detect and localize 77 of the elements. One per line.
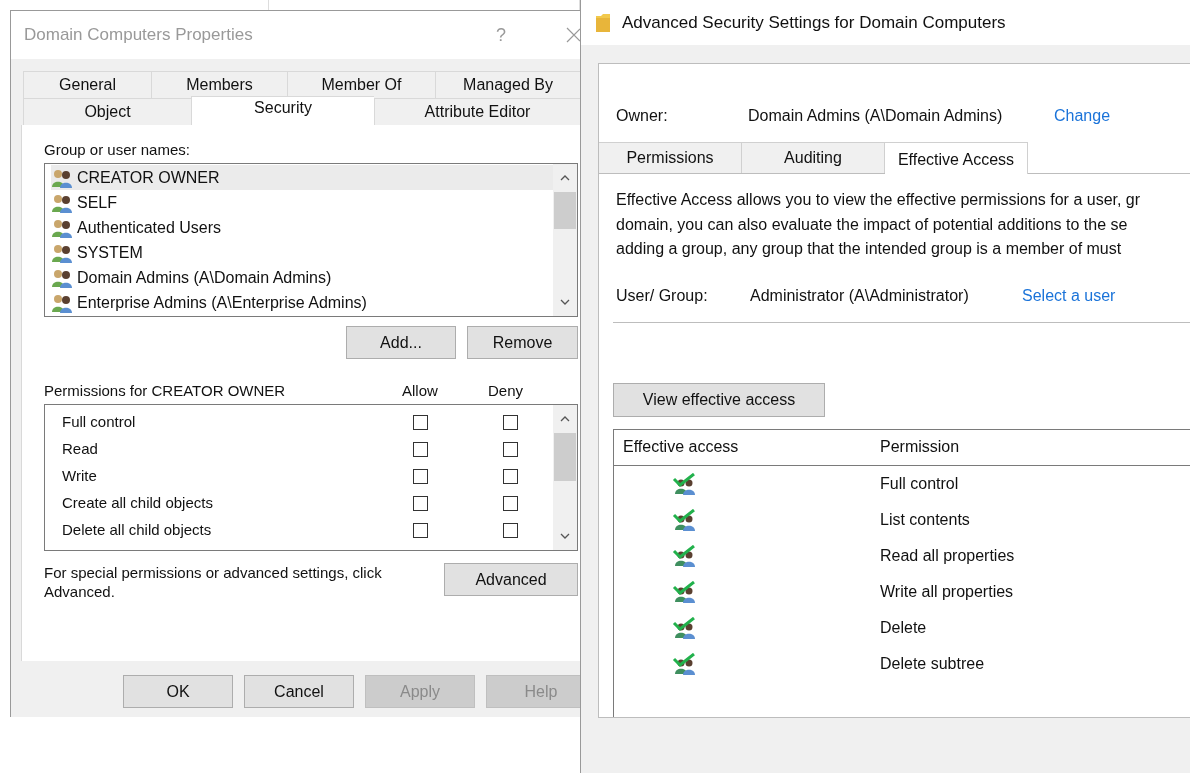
checkbox[interactable] [413, 415, 428, 430]
scroll-down-icon[interactable] [560, 299, 570, 305]
tab[interactable]: Members [151, 71, 287, 98]
owner-value: Domain Admins (A\Domain Admins) [748, 106, 1004, 126]
group-list-item[interactable]: SYSTEM [51, 240, 553, 266]
scroll-up-icon[interactable] [560, 416, 570, 422]
group-list-item[interactable]: Authenticated Users [51, 215, 553, 241]
column-header: Effective access [623, 437, 740, 457]
tab[interactable]: Effective Access [885, 142, 1028, 174]
checkbox[interactable] [503, 496, 518, 511]
dialog-button[interactable]: Cancel [244, 675, 354, 708]
window-title: Domain Computers Properties [24, 24, 254, 47]
user-group-label: User/ Group: [616, 285, 709, 306]
scrollbar[interactable] [553, 405, 577, 550]
permission-name: Full control [62, 412, 137, 433]
tab[interactable]: Attribute Editor [374, 98, 580, 125]
users-icon [51, 268, 73, 289]
dialog-button[interactable]: OK [123, 675, 233, 708]
change-link[interactable]: Change [1054, 104, 1111, 128]
permission-name: Delete all child objects [62, 520, 213, 541]
column-header: Permission [880, 437, 960, 457]
group-list-item[interactable]: Enterprise Admins (A\Enterprise Admins) [51, 290, 553, 316]
tab[interactable]: Security [191, 96, 374, 125]
scroll-down-icon[interactable] [560, 533, 570, 539]
scrollbar[interactable] [553, 164, 577, 316]
permission-name: Create all child objects [62, 493, 214, 514]
scroll-thumb[interactable] [554, 433, 576, 481]
checkbox[interactable] [503, 415, 518, 430]
checkbox[interactable] [413, 469, 428, 484]
permission-name: Full control [880, 473, 959, 494]
tab[interactable]: Permissions [599, 142, 742, 173]
add-button[interactable]: Add... [346, 326, 456, 359]
view-effective-access-button[interactable]: View effective access [613, 382, 825, 417]
owner-label: Owner: [616, 106, 669, 126]
tab[interactable]: Object [23, 98, 191, 125]
permissions-label: Permissions for CREATOR OWNER [44, 380, 287, 401]
window-title: Advanced Security Settings for Domain Computers [622, 11, 1006, 34]
deny-column-header: Deny [488, 380, 524, 401]
allow-column-header: Allow [402, 380, 439, 401]
tab[interactable]: Member Of [287, 71, 435, 98]
scroll-thumb[interactable] [554, 192, 576, 229]
users-icon [51, 243, 73, 264]
select-user-link[interactable]: Select a user [1022, 283, 1116, 308]
scroll-up-icon[interactable] [560, 175, 570, 181]
description-line: domain, you can also evaluate the impact of potential additions to the se [616, 214, 1129, 235]
permission-name: Delete subtree [880, 653, 985, 674]
description-line: adding a group, any group that the intended group is a member of must [616, 239, 1123, 259]
group-list-label: Group or user names: [44, 140, 191, 160]
users-icon [51, 217, 73, 238]
folder-icon [596, 13, 610, 32]
advanced-note: For special permissions or advanced settings, click Advanced. [44, 563, 383, 601]
group-list-item[interactable]: CREATOR OWNER [51, 165, 553, 191]
permission-name: List contents [880, 509, 970, 530]
permission-name: Read all properties [880, 545, 1015, 566]
permission-name: Read [62, 439, 99, 460]
tab[interactable]: Managed By [435, 71, 580, 98]
checkbox[interactable] [503, 469, 518, 484]
remove-button[interactable]: Remove [467, 326, 578, 359]
user-group-value: Administrator (A\Administrator) [750, 285, 970, 306]
group-list-item[interactable]: SELF [51, 190, 553, 216]
group-list-item[interactable]: Domain Admins (A\Domain Admins) [51, 265, 553, 291]
users-icon [51, 293, 73, 314]
checkbox[interactable] [503, 442, 518, 457]
permission-name: Delete [880, 617, 927, 638]
tab[interactable]: Auditing [742, 142, 885, 173]
checkbox[interactable] [413, 523, 428, 538]
permission-name: Write all properties [880, 581, 1014, 602]
close-icon[interactable] [566, 27, 580, 43]
tab[interactable]: General [23, 71, 151, 98]
description-line: Effective Access allows you to view the effective permissions for a user, gr [616, 190, 1142, 210]
users-icon [51, 167, 73, 188]
checkbox[interactable] [503, 523, 518, 538]
users-icon [51, 192, 73, 213]
checkbox[interactable] [413, 496, 428, 511]
advanced-button[interactable]: Advanced [444, 563, 578, 596]
checkbox[interactable] [413, 442, 428, 457]
permission-name: Write [62, 466, 98, 487]
